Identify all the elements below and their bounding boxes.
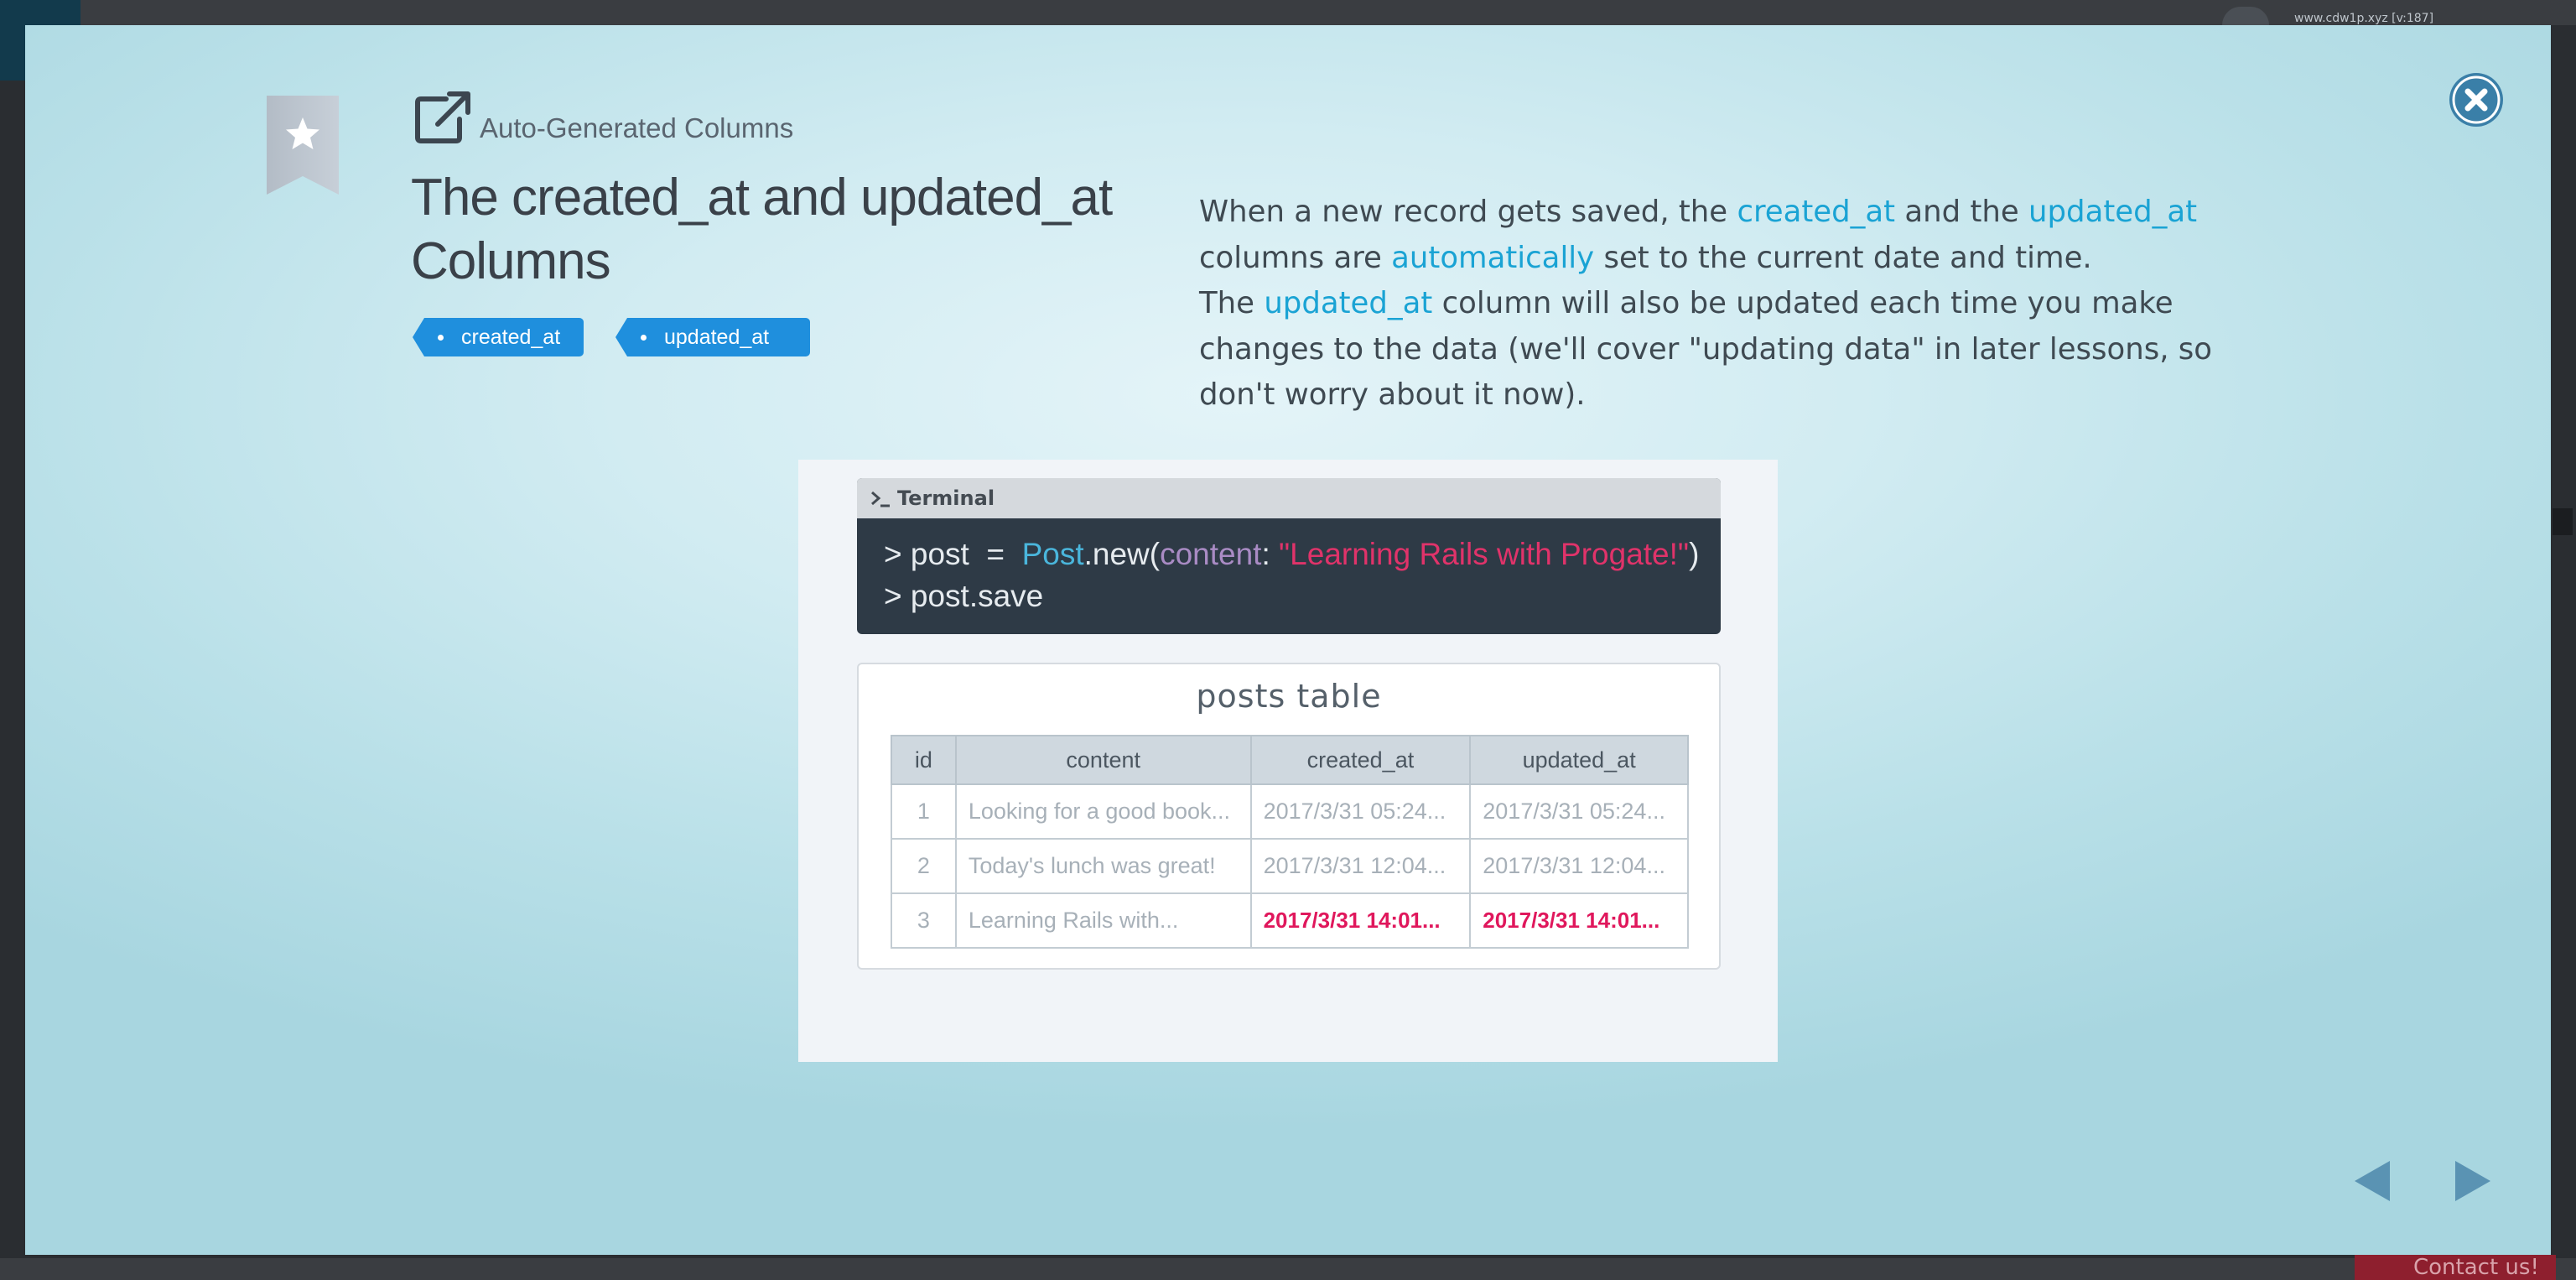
background-top-bar bbox=[0, 0, 2576, 25]
table-row: 3 Learning Rails with... 2017/3/31 14:01… bbox=[891, 892, 1689, 949]
terminal-title: Terminal bbox=[897, 487, 995, 510]
terminal-prompt-icon bbox=[870, 490, 891, 508]
terminal-panel: Terminal > post = Post.new(content: "Lea… bbox=[857, 478, 1721, 634]
cell-updated-at: 2017/3/31 14:01... bbox=[1469, 892, 1689, 949]
terminal-header: Terminal bbox=[857, 478, 1721, 518]
cell-id: 2 bbox=[891, 838, 957, 894]
code-close: ) bbox=[1689, 537, 1700, 571]
cell-created-at: 2017/3/31 14:01... bbox=[1249, 892, 1472, 949]
cell-updated-at: 2017/3/31 12:04... bbox=[1469, 838, 1689, 894]
background-url-text: www.cdw1p.xyz [v:187] bbox=[2294, 12, 2434, 25]
terminal-code: > post = Post.new(content: "Learning Rai… bbox=[884, 533, 1699, 617]
cell-content: Today's lunch was great! bbox=[954, 838, 1252, 894]
slide-figure: Terminal > post = Post.new(content: "Lea… bbox=[798, 460, 1778, 1062]
desc-text: set to the current date and time. bbox=[1594, 240, 2092, 275]
code-colon: : bbox=[1261, 537, 1280, 571]
background-bottom-bar bbox=[0, 1258, 2576, 1280]
posts-table-card: posts table id content created_at update… bbox=[857, 663, 1721, 970]
slide-title: The created_at and updated_at Columns bbox=[411, 169, 1113, 290]
posts-table: id content created_at updated_at 1 Looki… bbox=[891, 735, 1689, 949]
arrow-right-icon bbox=[2455, 1161, 2490, 1201]
slide-modal: Auto-Generated Columns The created_at an… bbox=[25, 25, 2551, 1255]
desc-keyword: automatically bbox=[1391, 240, 1595, 275]
next-slide-button[interactable] bbox=[2454, 1159, 2492, 1203]
cell-updated-at: 2017/3/31 05:24... bbox=[1469, 783, 1689, 840]
desc-text: When a new record gets saved, the bbox=[1199, 195, 1737, 229]
code-prompt: > post = bbox=[884, 537, 1022, 571]
slide-description: When a new record gets saved, the create… bbox=[1199, 190, 2256, 419]
desc-text: columns are bbox=[1199, 240, 1392, 275]
cell-content: Learning Rails with... bbox=[954, 892, 1252, 949]
slide-category: Auto-Generated Columns bbox=[480, 112, 794, 143]
posts-table-title: posts table bbox=[1196, 678, 1382, 715]
code-key: content bbox=[1160, 537, 1262, 571]
desc-keyword: created_at bbox=[1737, 195, 1896, 229]
desc-text: The bbox=[1199, 286, 1265, 320]
close-button[interactable] bbox=[2449, 73, 2503, 127]
cell-created-at: 2017/3/31 05:24... bbox=[1249, 783, 1472, 840]
column-header-content: content bbox=[954, 735, 1252, 785]
tag-created-at[interactable]: created_at bbox=[413, 318, 584, 356]
code-line-2: > post.save bbox=[884, 579, 1044, 613]
desc-keyword: updated_at bbox=[1264, 286, 1433, 320]
cell-id: 3 bbox=[891, 892, 957, 949]
code-class: Post bbox=[1021, 537, 1084, 571]
table-row: 2 Today's lunch was great! 2017/3/31 12:… bbox=[891, 838, 1689, 894]
table-header-row: id content created_at updated_at bbox=[891, 735, 1689, 785]
table-row: 1 Looking for a good book... 2017/3/31 0… bbox=[891, 783, 1689, 840]
close-icon bbox=[2452, 75, 2501, 124]
column-header-updated-at: updated_at bbox=[1469, 735, 1689, 785]
previous-slide-button[interactable] bbox=[2353, 1159, 2392, 1203]
cell-id: 1 bbox=[891, 783, 957, 840]
contact-us-button[interactable]: Contact us! bbox=[2355, 1255, 2556, 1280]
bookmark-star-icon[interactable] bbox=[267, 96, 339, 195]
arrow-left-icon bbox=[2355, 1161, 2390, 1201]
desc-keyword: updated_at bbox=[2028, 195, 2198, 229]
desc-text: and the bbox=[1895, 195, 2028, 229]
tag-updated-at[interactable]: updated_at bbox=[615, 318, 810, 356]
code-string: "Learning Rails with Progate!" bbox=[1279, 537, 1690, 571]
background-scrollbar-thumb bbox=[2553, 508, 2573, 535]
external-link-icon bbox=[413, 91, 473, 146]
cell-created-at: 2017/3/31 12:04... bbox=[1249, 838, 1472, 894]
column-header-id: id bbox=[891, 735, 957, 785]
code-method: .new( bbox=[1083, 537, 1161, 571]
column-header-created-at: created_at bbox=[1249, 735, 1472, 785]
cell-content: Looking for a good book... bbox=[954, 783, 1252, 840]
